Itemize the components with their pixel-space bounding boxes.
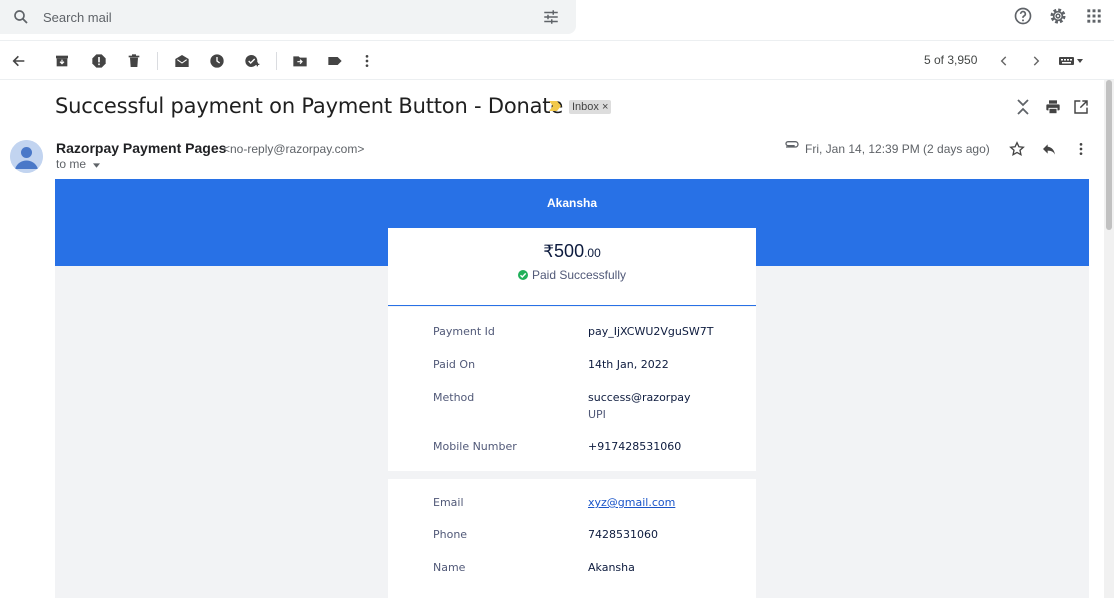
apps-grid-icon[interactable] <box>1084 6 1104 26</box>
payment-amount: ₹500.00 <box>388 241 756 262</box>
search-bar[interactable] <box>0 0 576 34</box>
newer-chevron-icon[interactable] <box>995 52 1013 70</box>
email-subject: Successful payment on Payment Button - D… <box>55 94 564 118</box>
more-vert-icon[interactable] <box>358 52 376 70</box>
settings-icon[interactable] <box>1048 6 1068 26</box>
back-arrow-icon[interactable] <box>10 52 28 70</box>
customer-details-card: Email xyz@gmail.com Phone 7428531060 Nam… <box>388 479 756 609</box>
archive-icon[interactable] <box>53 52 71 70</box>
top-bar <box>0 0 1114 40</box>
label-icon[interactable] <box>326 52 344 70</box>
importance-marker-icon[interactable] <box>548 100 562 112</box>
help-icon[interactable] <box>1013 6 1033 26</box>
star-icon[interactable] <box>1009 141 1025 157</box>
toolbar-divider <box>276 52 277 70</box>
snooze-clock-icon[interactable] <box>208 52 226 70</box>
search-options-icon[interactable] <box>542 8 560 26</box>
report-spam-icon[interactable] <box>90 52 108 70</box>
mark-unread-icon[interactable] <box>173 52 191 70</box>
pager-count: 5 of 3,950 <box>924 53 978 67</box>
message-date: Fri, Jan 14, 12:39 PM (2 days ago) <box>805 142 990 156</box>
customer-label: Name <box>433 561 466 574</box>
detail-label: Paid On <box>433 358 476 371</box>
detail-value: pay_IjXCWU2VguSW7T <box>588 325 714 338</box>
move-to-icon[interactable] <box>291 52 309 70</box>
payer-name: Akansha <box>546 196 598 210</box>
recipient-details-toggle[interactable]: to me <box>56 157 101 171</box>
toolbar-divider <box>157 52 158 70</box>
older-chevron-icon[interactable] <box>1027 52 1045 70</box>
collapse-all-icon[interactable] <box>1015 98 1031 116</box>
reply-icon[interactable] <box>1041 141 1057 157</box>
amount-whole: 500 <box>554 241 585 261</box>
customer-label: Email <box>433 496 464 509</box>
detail-value: 14th Jan, 2022 <box>588 358 669 371</box>
detail-label: Payment Id <box>433 325 495 338</box>
print-icon[interactable] <box>1045 99 1061 115</box>
customer-value: Akansha <box>588 561 635 574</box>
sender-name: Razorpay Payment Pages <box>56 140 227 156</box>
search-input[interactable] <box>43 7 523 27</box>
amount-decimal: .00 <box>584 246 601 260</box>
customer-label: Phone <box>433 528 468 541</box>
payment-status-text: Paid Successfully <box>531 268 627 282</box>
caret-down-icon[interactable] <box>93 157 101 171</box>
attachment-paperclip-icon <box>784 140 800 154</box>
inbox-label-text: Inbox <box>572 101 599 113</box>
scrollbar[interactable] <box>1104 80 1114 598</box>
message-toolbar: 5 of 3,950 <box>0 40 1114 80</box>
detail-value: +917428531060 <box>588 440 682 453</box>
sender-email: <no-reply@razorpay.com> <box>223 142 365 156</box>
scrollbar-thumb[interactable] <box>1106 80 1112 230</box>
inbox-label-chip[interactable]: Inbox × <box>569 100 612 114</box>
detail-label: Method <box>433 391 475 404</box>
delete-icon[interactable] <box>125 52 143 70</box>
customer-value: 7428531060 <box>588 528 658 541</box>
payment-status: Paid Successfully <box>388 268 756 282</box>
detail-subvalue: UPI <box>588 408 606 421</box>
remove-label-icon[interactable]: × <box>602 101 608 113</box>
recipient-text: to me <box>56 157 87 171</box>
detail-label: Mobile Number <box>433 440 517 453</box>
detail-value: success@razorpay <box>588 391 691 404</box>
input-tools-keyboard-icon[interactable] <box>1058 52 1086 70</box>
message-more-icon[interactable] <box>1073 141 1089 157</box>
search-icon[interactable] <box>12 8 30 26</box>
amount-card: ₹500.00 Paid Successfully <box>388 228 756 306</box>
customer-email-link[interactable]: xyz@gmail.com <box>588 496 675 509</box>
add-task-icon[interactable] <box>243 52 261 70</box>
currency-symbol: ₹ <box>543 242 555 261</box>
success-check-icon <box>517 270 528 280</box>
open-new-window-icon[interactable] <box>1073 99 1089 115</box>
payment-details-card: Payment Id pay_IjXCWU2VguSW7T Paid On 14… <box>388 307 756 471</box>
sender-avatar[interactable] <box>10 140 43 173</box>
